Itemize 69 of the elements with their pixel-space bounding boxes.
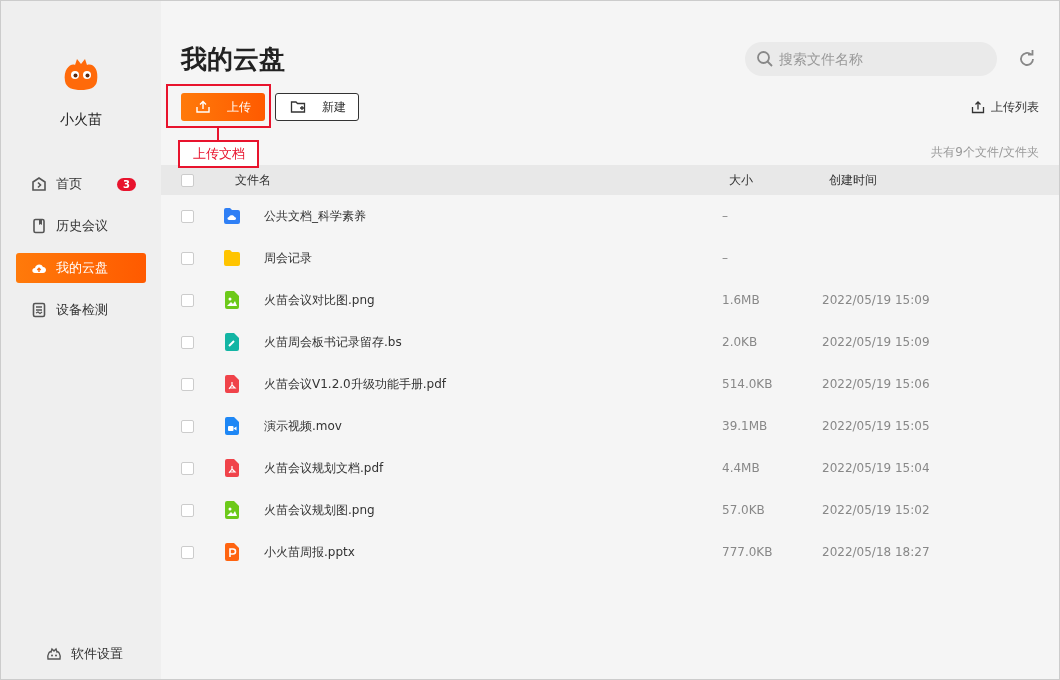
sidebar-item[interactable]: 首页 3 (16, 169, 146, 199)
file-size: 4.4MB (722, 461, 761, 475)
column-header: 文件名 (234, 171, 272, 189)
file-count: 共有9个文件/文件夹 (931, 144, 1039, 161)
file-name[interactable]: 周会记录 (264, 249, 722, 267)
file-size: 777.0KB (722, 545, 774, 559)
created-time: 2022/05/19 15:02 (822, 503, 930, 517)
file-name[interactable]: 火苗周会板书记录留存.bs (264, 333, 722, 351)
file-size: 57.0KB (722, 503, 766, 517)
created-time: 2022/05/19 15:09 (822, 335, 930, 349)
pdf-file-icon (223, 458, 241, 478)
image-file-icon (223, 290, 241, 310)
settings-item[interactable]: 软件设置 (16, 645, 146, 663)
checkbox[interactable] (181, 503, 194, 517)
home-icon (31, 176, 47, 192)
file-name[interactable]: 演示视频.mov (264, 417, 722, 435)
cloud-folder-icon (223, 206, 241, 226)
checkbox[interactable] (181, 461, 194, 475)
new-folder-icon (290, 99, 306, 115)
sidebar-item[interactable]: 历史会议 (16, 211, 146, 241)
checkbox[interactable] (181, 209, 194, 223)
checkbox[interactable] (181, 377, 194, 391)
app-name: 小火苗 (60, 111, 102, 129)
new-button[interactable]: 新建 (275, 93, 359, 121)
upload-icon (971, 100, 985, 114)
file-name[interactable]: 火苗会议规划图.png (264, 501, 722, 519)
file-size: – (722, 251, 729, 265)
book-icon (31, 218, 47, 234)
upload-icon (195, 99, 211, 115)
file-size: – (722, 209, 729, 223)
search-icon (756, 50, 774, 68)
file-size: 39.1MB (722, 419, 769, 433)
checkbox[interactable] (181, 173, 194, 187)
file-name[interactable]: 火苗会议V1.2.0升级功能手册.pdf (264, 375, 722, 393)
checkbox[interactable] (181, 545, 194, 559)
callout-label: 上传文档 (178, 140, 259, 168)
created-time: 2022/05/19 15:09 (822, 293, 930, 307)
column-header: 创建时间 (829, 171, 877, 189)
file-name[interactable]: 公共文档_科学素养 (264, 207, 722, 225)
document-icon (31, 302, 47, 318)
image-file-icon (223, 500, 241, 520)
page-title: 我的云盘 (181, 42, 286, 76)
column-header: 大小 (729, 171, 754, 189)
mascot-icon (46, 646, 62, 662)
pen-file-icon (223, 332, 241, 352)
created-time: 2022/05/19 15:05 (822, 419, 930, 433)
pdf-file-icon (223, 374, 241, 394)
checkbox[interactable] (181, 293, 194, 307)
file-name[interactable]: 小火苗周报.pptx (264, 543, 722, 561)
file-name[interactable]: 火苗会议规划文档.pdf (264, 459, 722, 477)
file-size: 2.0KB (722, 335, 759, 349)
checkbox[interactable] (181, 251, 194, 265)
file-size: 1.6MB (722, 293, 761, 307)
video-file-icon (223, 416, 241, 436)
created-time: 2022/05/19 15:06 (822, 377, 930, 391)
file-size: 514.0KB (722, 377, 774, 391)
count-badge: 3 (117, 177, 136, 191)
leader-line (217, 126, 219, 141)
sidebar-item[interactable]: 设备检测 (16, 295, 146, 325)
created-time: 2022/05/19 15:04 (822, 461, 930, 475)
search-field[interactable]: 搜索文件名称 (745, 42, 997, 76)
refresh-icon[interactable] (1017, 49, 1037, 69)
file-name[interactable]: 火苗会议对比图.png (264, 291, 722, 309)
created-time: 2022/05/18 18:27 (822, 545, 930, 559)
checkbox[interactable] (181, 335, 194, 349)
upload-list-link[interactable]: 上传列表 (971, 98, 1039, 116)
slides-file-icon (223, 542, 241, 562)
folder-icon (223, 248, 241, 268)
checkbox[interactable] (181, 419, 194, 433)
